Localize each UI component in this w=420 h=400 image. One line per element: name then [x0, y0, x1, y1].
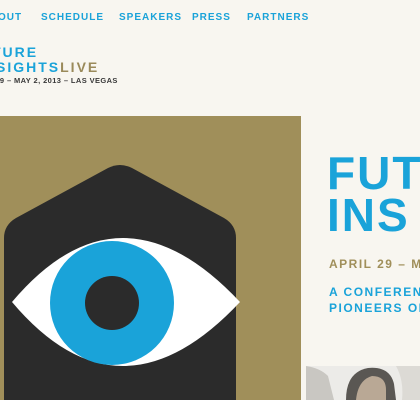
logo-live: LIVE [60, 59, 100, 75]
nav-item-about[interactable]: OUT [0, 12, 22, 23]
hero-artwork [0, 116, 301, 400]
hero-tagline-line1: A CONFEREN [329, 285, 420, 299]
nav-item-schedule[interactable]: SCHEDULE [41, 12, 104, 23]
logo-text-insights: SIGHTSLIVE [0, 59, 99, 75]
hero-title-line2: INS [327, 189, 410, 241]
hero-event-date: APRIL 29 – MA [329, 257, 420, 271]
main-nav: OUT SCHEDULE SPEAKERS PRESS PARTNERS [0, 0, 420, 34]
site-logo[interactable]: TURE SIGHTSLIVE L 29 – MAY 2, 2013 – LAS… [0, 44, 200, 88]
hero-tagline: A CONFEREN PIONEERS OF [329, 284, 420, 316]
logo-text-future: TURE [0, 44, 39, 60]
speaker-portrait-image [306, 366, 420, 400]
nav-item-partners[interactable]: PARTNERS [247, 12, 309, 23]
speaker-photo[interactable] [306, 366, 420, 400]
logo-insights: SIGHTS [0, 59, 61, 75]
nav-item-speakers[interactable]: SPEAKERS [119, 12, 182, 23]
hero-title: FUT INS [327, 147, 420, 241]
eye-icon [4, 165, 240, 400]
logo-event-date: L 29 – MAY 2, 2013 – LAS VEGAS [0, 76, 118, 85]
hero-title-line1: FUT [327, 147, 420, 199]
hero-tagline-line2: PIONEERS OF [329, 301, 420, 315]
nav-item-press[interactable]: PRESS [192, 12, 231, 23]
